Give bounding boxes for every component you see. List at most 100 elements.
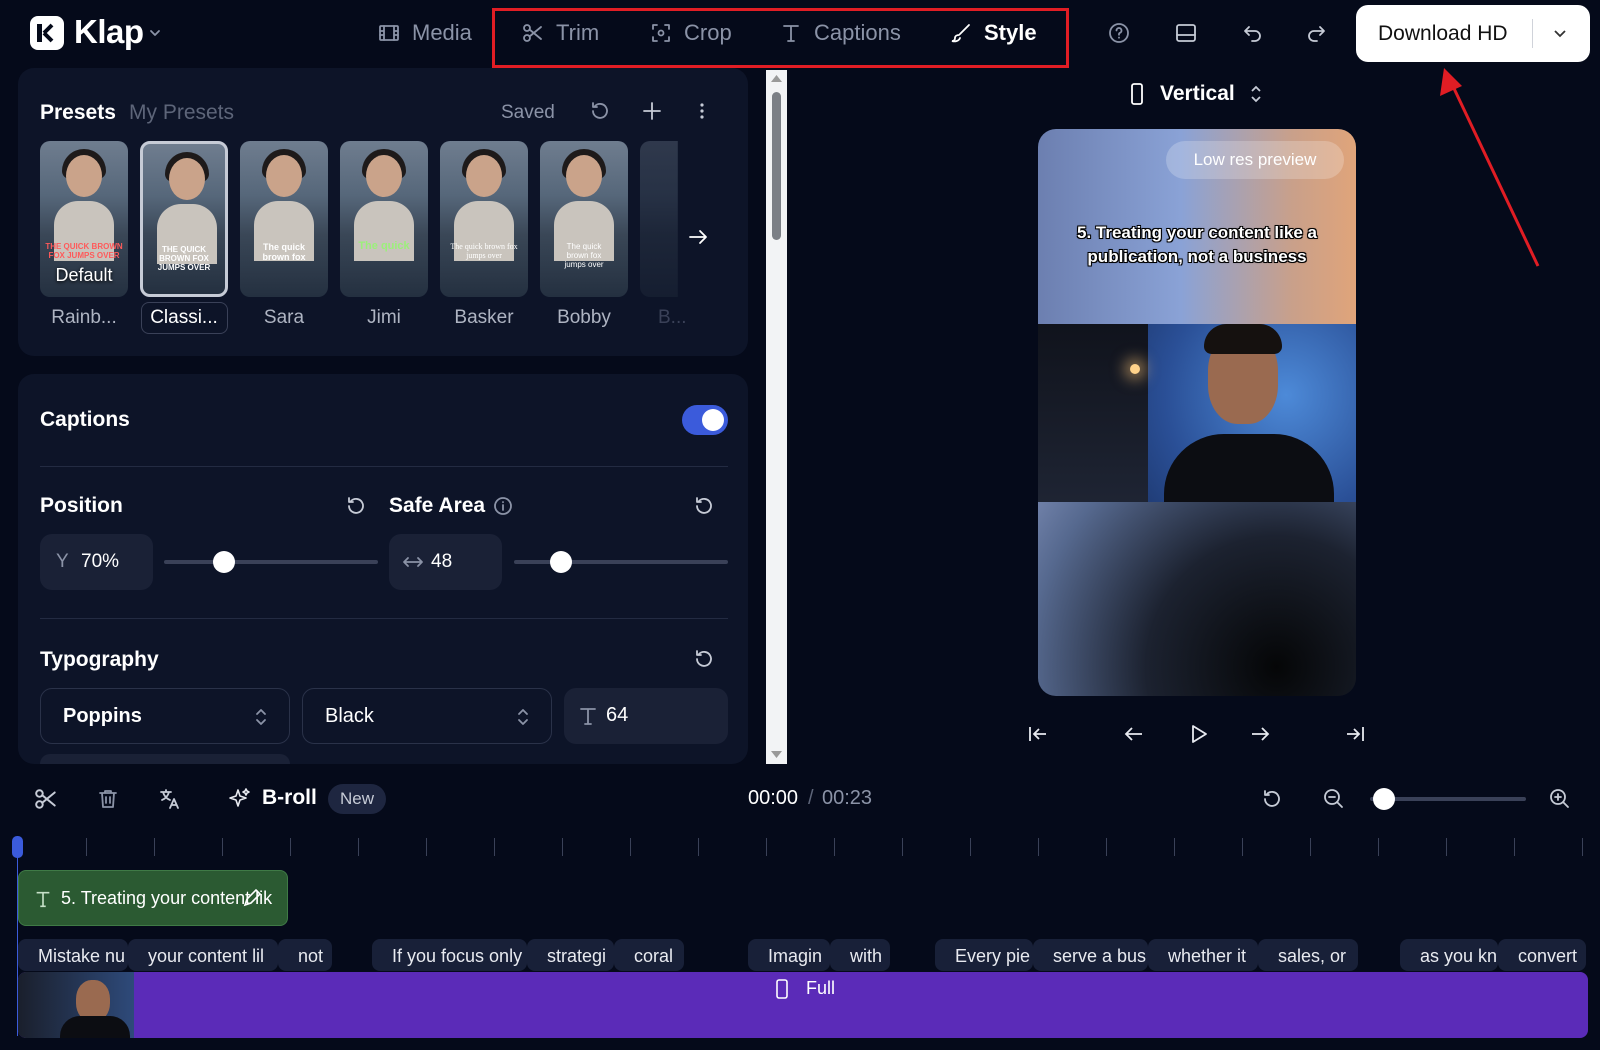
captions-toggle[interactable] — [682, 405, 728, 435]
step-forward-icon[interactable] — [1248, 722, 1272, 746]
thumb-body — [60, 1016, 130, 1038]
caption-segment[interactable]: with — [830, 939, 890, 971]
ruler-tick — [426, 838, 427, 856]
step-back-icon[interactable] — [1122, 722, 1146, 746]
scrollbar-thumb[interactable] — [772, 92, 781, 240]
preset-thumb-partial[interactable] — [640, 141, 678, 297]
preset-label: B... — [658, 307, 687, 328]
trash-icon[interactable] — [96, 787, 120, 811]
scroll-down-icon[interactable] — [770, 750, 783, 760]
scissors-icon — [523, 24, 542, 42]
tab-presets[interactable]: Presets — [40, 101, 116, 125]
caption-segment[interactable]: Imagin — [748, 939, 830, 971]
video-preview[interactable]: Low res preview 5. Treating your content… — [1038, 129, 1356, 696]
plus-icon[interactable] — [640, 99, 664, 123]
brush-icon — [951, 24, 970, 43]
help-icon[interactable] — [1106, 20, 1132, 46]
playhead[interactable] — [12, 836, 23, 858]
preset-thumb-classic[interactable]: THE QUICK BROWN FOX JUMPS OVER — [140, 141, 228, 297]
phone-icon — [776, 979, 788, 999]
tab-media[interactable]: Media — [378, 20, 472, 46]
more-vertical-icon[interactable] — [690, 99, 714, 123]
next-row-partial — [40, 754, 290, 764]
saved-status: Saved — [501, 102, 555, 123]
font-size-field[interactable]: 64 — [564, 688, 728, 744]
reset-icon[interactable] — [692, 647, 716, 671]
ruler-tick — [630, 838, 631, 856]
position-slider-handle[interactable] — [212, 551, 235, 573]
undo-icon[interactable] — [1240, 20, 1266, 46]
chevron-down-icon[interactable] — [1552, 26, 1568, 42]
caption-segment[interactable]: your content lil — [128, 939, 278, 971]
play-icon[interactable] — [1186, 722, 1210, 746]
caption-segment[interactable]: strategi — [527, 939, 614, 971]
layout-icon[interactable] — [1173, 20, 1199, 46]
preset-thumb-jimi[interactable]: The quick — [340, 141, 428, 297]
preset-thumb-bobby[interactable]: The quick brown fox jumps over — [540, 141, 628, 297]
preset-caption: THE QUICK BROWN FOX JUMPS OVER — [157, 245, 211, 272]
skip-to-end-icon[interactable] — [1343, 722, 1367, 746]
preset-label: Bobby — [557, 307, 611, 328]
zoom-out-icon[interactable] — [1322, 787, 1346, 811]
position-y-field[interactable]: Y 70% — [40, 534, 153, 590]
caption-segment[interactable]: not — [278, 939, 332, 971]
video-track[interactable]: Full — [18, 972, 1588, 1038]
ruler-tick — [86, 838, 87, 856]
reset-icon[interactable] — [344, 494, 368, 518]
skip-to-start-icon[interactable] — [1026, 722, 1050, 746]
reset-icon[interactable] — [588, 99, 612, 123]
font-weight-select[interactable]: Black — [302, 688, 552, 744]
zoom-slider-handle[interactable] — [1373, 788, 1395, 810]
text-icon — [36, 891, 50, 908]
caption-segment[interactable]: sales, or — [1258, 939, 1358, 971]
tab-style[interactable]: Style — [950, 20, 1037, 46]
tab-style-label: Style — [984, 20, 1037, 45]
tab-captions[interactable]: Captions — [780, 20, 901, 46]
axis-label: Y — [56, 551, 69, 572]
ruler-tick — [1310, 838, 1311, 856]
video-thumbnail — [18, 972, 134, 1038]
caption-segment[interactable]: coral — [614, 939, 684, 971]
caption-segment[interactable]: Mistake nu — [18, 939, 128, 971]
info-icon[interactable] — [493, 496, 513, 516]
sparkle-icon[interactable] — [228, 787, 252, 811]
safe-area-field[interactable]: 48 — [389, 534, 502, 590]
reset-icon[interactable] — [692, 494, 716, 518]
preset-thumb-rainbow[interactable]: THE QUICK BROWN FOX JUMPS OVER Default — [40, 141, 128, 297]
tab-trim[interactable]: Trim — [522, 20, 599, 46]
zoom-in-icon[interactable] — [1548, 787, 1572, 811]
reset-zoom-icon[interactable] — [1260, 787, 1284, 811]
tab-my-presets[interactable]: My Presets — [129, 101, 234, 125]
time-total: 00:23 — [822, 787, 873, 809]
preset-thumb-sara[interactable]: The quick brown fox — [240, 141, 328, 297]
caption-segment[interactable]: as you kn — [1400, 939, 1498, 971]
arrow-right-icon[interactable] — [686, 225, 710, 249]
caption-segment[interactable]: whether it — [1148, 939, 1258, 971]
caption-segment[interactable]: Every pie — [935, 939, 1033, 971]
text-clip[interactable]: 5. Treating your content lik — [18, 870, 288, 926]
scroll-up-icon[interactable] — [770, 73, 783, 83]
font-weight-value: Black — [325, 705, 374, 727]
safe-area-slider-handle[interactable] — [550, 551, 573, 573]
ruler-tick — [1446, 838, 1447, 856]
position-slider[interactable] — [164, 560, 378, 564]
top-toolbar: Klap Media Trim Crop Captions Style Down… — [0, 0, 1600, 68]
app-name[interactable]: Klap — [74, 13, 144, 51]
orientation-select[interactable]: Vertical — [1128, 82, 1263, 106]
tab-crop[interactable]: Crop — [650, 20, 732, 46]
edit-pencil-icon[interactable] — [241, 887, 263, 909]
caption-segment[interactable]: convert — [1498, 939, 1586, 971]
download-hd-button[interactable]: Download HD — [1356, 5, 1590, 62]
caption-segment[interactable]: If you focus only — [372, 939, 527, 971]
caption-segment[interactable]: serve a bus — [1033, 939, 1148, 971]
panel-scrollbar[interactable] — [766, 70, 787, 764]
translate-icon[interactable] — [158, 787, 182, 811]
chevron-down-icon[interactable] — [148, 26, 162, 40]
redo-icon[interactable] — [1303, 20, 1329, 46]
safe-area-slider[interactable] — [514, 560, 728, 564]
text-icon — [783, 25, 799, 42]
font-family-select[interactable]: Poppins — [40, 688, 290, 744]
preset-thumb-basker[interactable]: The quick brown fox jumps over — [440, 141, 528, 297]
broll-button[interactable]: B-roll — [262, 786, 317, 810]
split-scissors-icon[interactable] — [34, 787, 58, 811]
